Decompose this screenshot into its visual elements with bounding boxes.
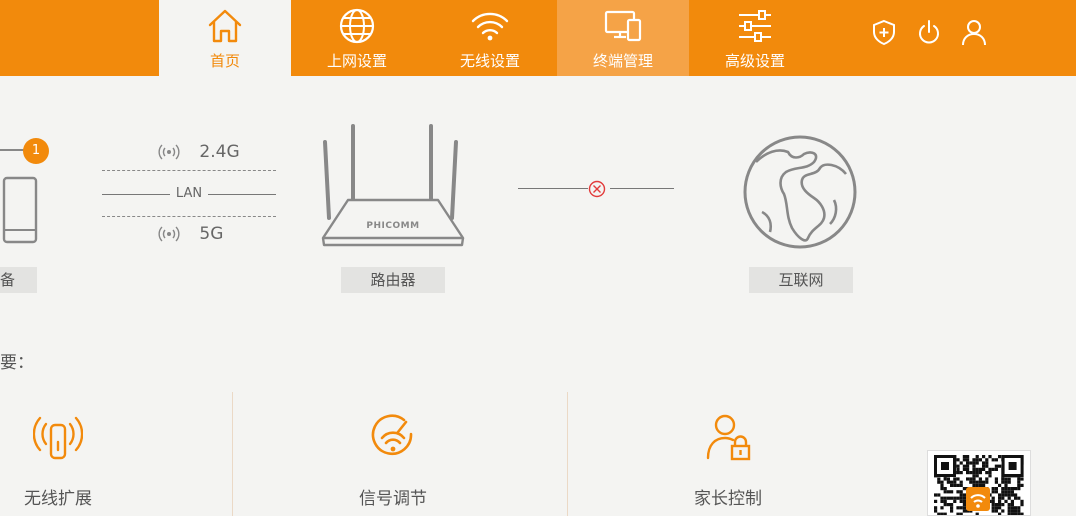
feature-wireless-extend[interactable]: 无线扩展: [0, 412, 138, 509]
globe-icon: [339, 8, 375, 44]
disconnected-icon: [588, 180, 606, 198]
lan-line-right: [208, 194, 276, 195]
lan-line-left: [102, 194, 170, 195]
tab-internet-settings[interactable]: 上网设置: [291, 0, 423, 76]
internet-label-tag[interactable]: 互联网: [749, 267, 853, 293]
wifi-icon: [471, 12, 509, 41]
feature-separator: [567, 392, 568, 516]
wireless-signal-icon: [158, 226, 180, 242]
qr-code-image: [934, 455, 1024, 515]
band-5g-row: 5G: [158, 224, 223, 244]
router-brand-text: PHICOMM: [366, 221, 419, 231]
wan-line-left: [518, 188, 588, 189]
feature-separator: [232, 392, 233, 516]
tab-advanced-settings[interactable]: 高级设置: [689, 0, 821, 76]
tab-devices-label: 终端管理: [592, 52, 653, 70]
lan-label: LAN: [175, 186, 203, 201]
parental-control-icon: [706, 414, 751, 461]
sliders-icon: [739, 10, 771, 42]
top-nav-bar: 首页 上网设置 无线设置 终端管理 高级设置: [0, 0, 1076, 76]
tab-advanced-label: 高级设置: [724, 52, 785, 70]
divider-dotted-bottom: [102, 216, 276, 217]
feature-signal-adjust[interactable]: 信号调节: [313, 412, 473, 509]
tab-device-management[interactable]: 终端管理: [557, 0, 689, 76]
wan-line-right: [610, 188, 674, 189]
wireless-extend-icon: [32, 416, 84, 460]
feature-signal-adjust-label: 信号调节: [359, 489, 427, 509]
divider-dotted-top: [102, 170, 276, 171]
router-label-tag[interactable]: 路由器: [341, 267, 445, 293]
wireless-signal-icon: [158, 144, 180, 160]
tab-home[interactable]: 首页: [159, 0, 291, 76]
tab-home-label: 首页: [209, 52, 240, 70]
internet-globe-icon[interactable]: [742, 134, 858, 250]
shield-plus-icon[interactable]: [870, 18, 898, 46]
feature-parental-control[interactable]: 家长控制: [648, 412, 808, 509]
device-count-badge: 1: [23, 138, 49, 164]
home-icon: [208, 9, 242, 43]
tab-wireless-label: 无线设置: [459, 52, 520, 70]
qr-code: [927, 450, 1031, 516]
devices-icon: [604, 10, 642, 42]
band-24g-row: 2.4G: [158, 142, 240, 162]
router-icon[interactable]: PHICOMM: [318, 120, 468, 252]
tab-wireless-settings[interactable]: 无线设置: [424, 0, 556, 76]
summary-title: 要：: [0, 353, 34, 373]
feature-parental-control-label: 家长控制: [694, 489, 762, 509]
tab-internet-label: 上网设置: [326, 52, 387, 70]
device-label-tag[interactable]: 备: [0, 267, 37, 293]
power-icon[interactable]: [915, 18, 943, 46]
user-icon[interactable]: [960, 18, 988, 46]
band-5g-label: 5G: [199, 224, 224, 244]
band-24g-label: 2.4G: [199, 142, 240, 162]
signal-adjust-icon: [371, 414, 413, 455]
feature-wireless-extend-label: 无线扩展: [24, 489, 92, 509]
